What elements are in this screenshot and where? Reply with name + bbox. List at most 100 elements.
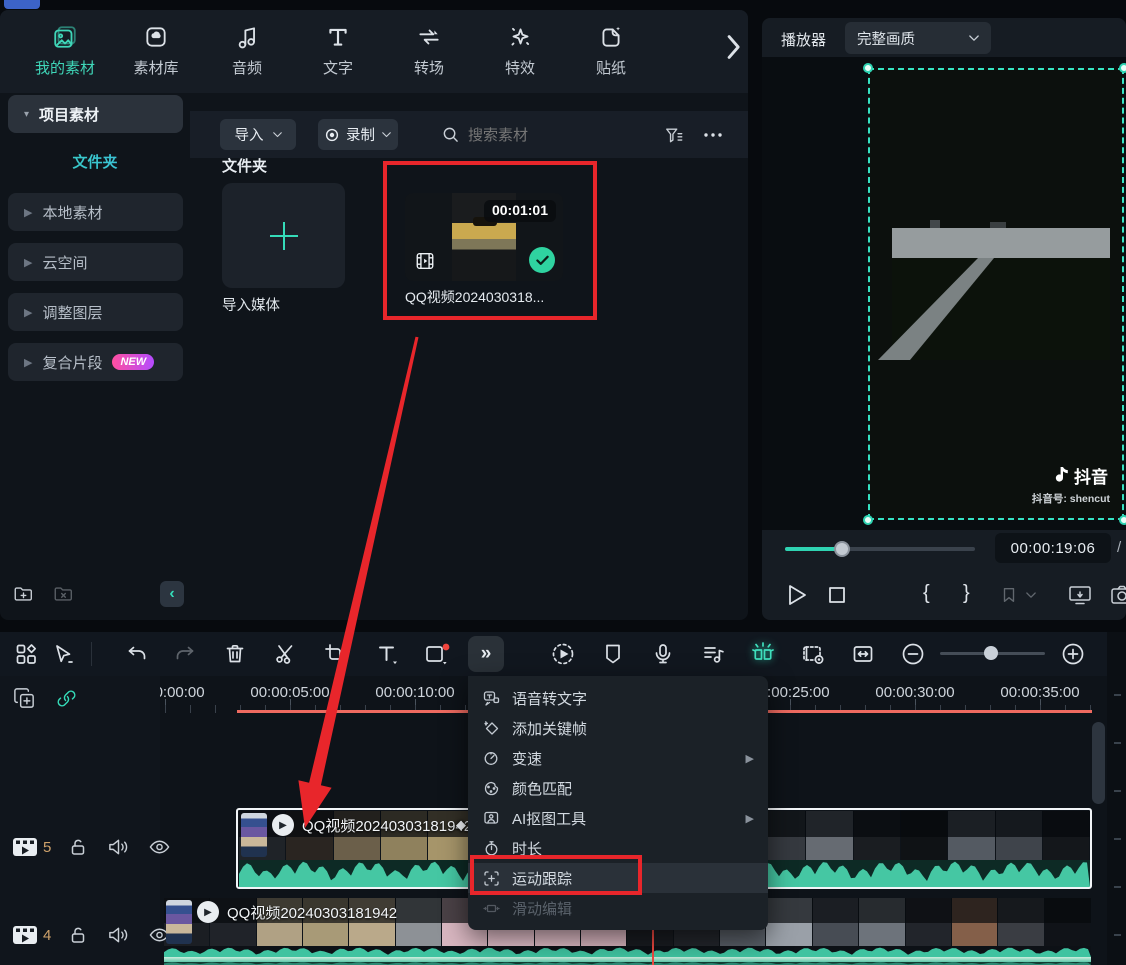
- mark-in-button[interactable]: {: [923, 582, 930, 605]
- record-button[interactable]: 录制: [318, 119, 398, 150]
- flag-marker-icon[interactable]: [595, 636, 631, 672]
- tab-label: 文字: [323, 57, 353, 78]
- menu-item-ai-matting[interactable]: AI抠图工具 ▶: [468, 803, 768, 833]
- quality-selector[interactable]: 完整画质: [845, 22, 991, 54]
- search-icon: [442, 126, 459, 143]
- sidebar-item-adjustment-layer[interactable]: ▶ 调整图层: [8, 293, 183, 331]
- duplicate-track-icon[interactable]: [12, 686, 37, 711]
- speed-icon: [482, 749, 500, 767]
- timecode-display: 00:00:19:06: [995, 533, 1111, 563]
- undo-icon[interactable]: [119, 636, 155, 672]
- selection-handle-bottom-left[interactable]: [863, 515, 873, 525]
- more-tools-button[interactable]: »: [468, 636, 504, 672]
- hide-track-eye-icon[interactable]: [148, 838, 171, 856]
- select-tool-icon[interactable]: [45, 636, 81, 672]
- crop-icon[interactable]: [317, 636, 353, 672]
- toolbar-divider: [91, 642, 92, 666]
- mute-speaker-icon[interactable]: [107, 925, 130, 945]
- slip-edit-icon: [482, 899, 500, 917]
- canvas-format-icon[interactable]: [419, 636, 455, 672]
- project-media-header[interactable]: ▾ 项目素材: [8, 95, 183, 133]
- timeline-zoom-handle[interactable]: [984, 646, 998, 660]
- auto-ripple-split-icon[interactable]: [745, 636, 781, 672]
- tab-transition[interactable]: 转场: [384, 24, 474, 78]
- time-separator: /: [1117, 539, 1121, 556]
- marker-button[interactable]: [1000, 586, 1036, 604]
- record-icon: [325, 128, 339, 142]
- selection-handle-top-right[interactable]: [1119, 63, 1126, 73]
- selection-handle-top-left[interactable]: [863, 63, 873, 73]
- text-tool-icon[interactable]: [369, 636, 405, 672]
- annotation-rect-motion-tracking: [470, 855, 642, 895]
- lock-icon[interactable]: [69, 925, 89, 945]
- chevron-left-icon: ‹: [169, 585, 174, 603]
- watermark-account: 抖音号: shencut: [1032, 491, 1110, 506]
- tab-effects[interactable]: 特效: [475, 24, 565, 78]
- mute-speaker-icon[interactable]: [107, 837, 130, 857]
- render-preview-icon[interactable]: [545, 636, 581, 672]
- fit-timeline-icon[interactable]: [845, 636, 881, 672]
- ai-matting-icon: [482, 809, 500, 827]
- audio-icon: [234, 24, 260, 50]
- tab-label: 特效: [505, 57, 535, 78]
- sidebar-item-compound-clip[interactable]: ▶ 复合片段 NEW: [8, 343, 183, 381]
- selection-handle-bottom-right[interactable]: [1119, 515, 1126, 525]
- mark-out-button[interactable]: }: [963, 582, 970, 605]
- tab-text[interactable]: 文字: [293, 24, 383, 78]
- delete-icon[interactable]: [217, 636, 253, 672]
- clip-play-icon[interactable]: ▶: [197, 901, 219, 923]
- sidebar-item-local-media[interactable]: ▶ 本地素材: [8, 193, 183, 231]
- video-selection-box[interactable]: 抖音 抖音号: shencut: [868, 68, 1124, 520]
- tab-my-media[interactable]: 我的素材: [20, 24, 110, 78]
- zoom-in-icon[interactable]: [1055, 636, 1091, 672]
- sidebar-item-cloud-space[interactable]: ▶ 云空间: [8, 243, 183, 281]
- sidebar-item-label: 云空间: [42, 252, 87, 273]
- clip-audio-waveform: [164, 947, 1091, 957]
- voiceover-mic-icon[interactable]: [645, 636, 681, 672]
- project-media-label: 项目素材: [39, 104, 99, 125]
- clip-start-thumb: [166, 900, 192, 944]
- import-media-card[interactable]: [222, 183, 345, 288]
- watermark-brand: 抖音: [1074, 463, 1108, 488]
- lock-icon[interactable]: [69, 837, 89, 857]
- marker-icon: [1000, 586, 1018, 604]
- expand-arrow-icon: ▶: [24, 356, 32, 369]
- auto-link-icon[interactable]: [54, 686, 79, 711]
- redo-icon[interactable]: [167, 636, 203, 672]
- zoom-out-icon[interactable]: [895, 636, 931, 672]
- menu-item-speech-to-text[interactable]: 语音转文字: [468, 683, 768, 713]
- tab-audio[interactable]: 音频: [202, 24, 292, 78]
- preview-track-icon[interactable]: [795, 636, 831, 672]
- import-media-label: 导入媒体: [222, 294, 280, 315]
- media-tools-icon[interactable]: [8, 636, 44, 672]
- tab-stickers[interactable]: 贴纸: [566, 24, 656, 78]
- tab-stock-library[interactable]: 素材库: [111, 24, 201, 78]
- browser-tab-remnant: [4, 0, 40, 9]
- track-header-5: 5: [12, 836, 171, 858]
- quality-value: 完整画质: [857, 28, 915, 49]
- timeline-scrollbar-thumb[interactable]: [1092, 722, 1105, 804]
- mirror-display-button[interactable]: [1068, 584, 1092, 606]
- stop-button[interactable]: [827, 585, 847, 605]
- delete-folder-icon[interactable]: [52, 583, 75, 605]
- snapshot-camera-icon[interactable]: [1110, 584, 1126, 606]
- my-media-icon: [52, 24, 78, 50]
- play-button[interactable]: [786, 583, 808, 607]
- menu-item-color-match[interactable]: 颜色匹配: [468, 773, 768, 803]
- menu-label: 语音转文字: [512, 688, 587, 709]
- filter-icon[interactable]: [664, 126, 684, 145]
- search-input[interactable]: [466, 119, 640, 152]
- tabs-expand-chevron-icon[interactable]: [724, 34, 742, 60]
- menu-item-add-keyframe[interactable]: 添加关键帧: [468, 713, 768, 743]
- sidebar-folder-title[interactable]: 文件夹: [0, 151, 190, 172]
- seek-slider-handle[interactable]: [834, 541, 850, 557]
- sidebar-collapse-button[interactable]: ‹: [160, 581, 184, 607]
- transition-icon: [416, 24, 442, 50]
- audio-sync-icon[interactable]: [695, 636, 731, 672]
- import-button[interactable]: 导入: [220, 119, 296, 150]
- plus-icon: [264, 216, 304, 256]
- menu-item-speed[interactable]: 变速 ▶: [468, 743, 768, 773]
- more-options-icon[interactable]: [702, 128, 724, 142]
- new-folder-icon[interactable]: [12, 583, 35, 605]
- split-scissors-icon[interactable]: [267, 636, 303, 672]
